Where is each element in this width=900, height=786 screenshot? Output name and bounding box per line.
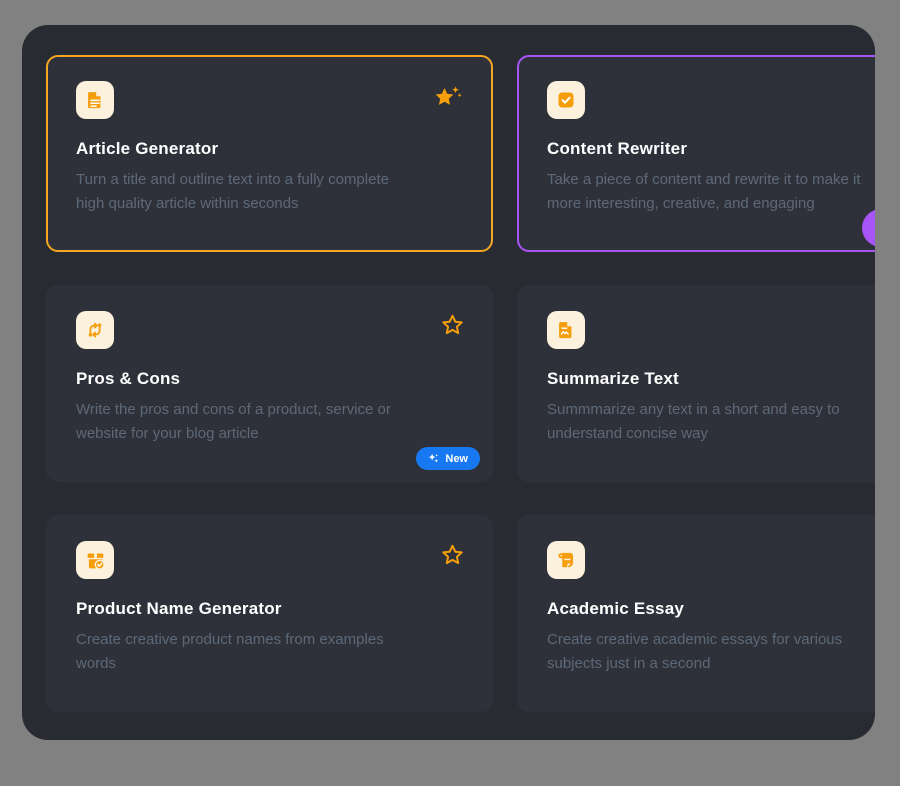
- card-title: Pros & Cons: [76, 369, 463, 389]
- card-title: Summarize Text: [547, 369, 875, 389]
- card-description: Summmarize any text in a short and easy …: [547, 398, 875, 446]
- tool-card-academic-essay[interactable]: Academic Essay Create creative academic …: [517, 515, 875, 712]
- tool-card-product-name-generator[interactable]: Product Name Generator Create creative p…: [46, 515, 493, 712]
- sparkles-icon: [428, 453, 439, 464]
- new-badge: New: [416, 447, 480, 470]
- new-badge-label: New: [445, 453, 468, 465]
- product-box-icon: [76, 541, 114, 579]
- card-title: Content Rewriter: [547, 139, 875, 159]
- swap-arrows-icon: [76, 311, 114, 349]
- tools-panel: Article Generator Turn a title and outli…: [22, 25, 875, 740]
- card-description: Take a piece of content and rewrite it t…: [547, 168, 875, 216]
- card-description: Create creative product names from examp…: [76, 628, 463, 676]
- card-description: Create creative academic essays for vari…: [547, 628, 875, 676]
- tool-card-article-generator[interactable]: Article Generator Turn a title and outli…: [46, 55, 493, 252]
- favorite-filled-star-icon[interactable]: [433, 85, 463, 111]
- check-square-icon: [547, 81, 585, 119]
- card-title: Product Name Generator: [76, 599, 463, 619]
- scroll-icon: [547, 541, 585, 579]
- card-title: Academic Essay: [547, 599, 875, 619]
- favorite-outline-star-icon[interactable]: [440, 543, 465, 567]
- tool-card-pros-and-cons[interactable]: Pros & Cons Write the pros and cons of a…: [46, 285, 493, 482]
- tool-card-summarize-text[interactable]: Summarize Text Summmarize any text in a …: [517, 285, 875, 482]
- card-description: Turn a title and outline text into a ful…: [76, 168, 463, 216]
- card-description: Write the pros and cons of a product, se…: [76, 398, 463, 446]
- tool-card-content-rewriter[interactable]: Content Rewriter Take a piece of content…: [517, 55, 875, 252]
- summary-document-icon: [547, 311, 585, 349]
- tool-cards-grid: Article Generator Turn a title and outli…: [46, 55, 875, 712]
- document-icon: [76, 81, 114, 119]
- favorite-outline-star-icon[interactable]: [440, 313, 465, 337]
- card-title: Article Generator: [76, 139, 463, 159]
